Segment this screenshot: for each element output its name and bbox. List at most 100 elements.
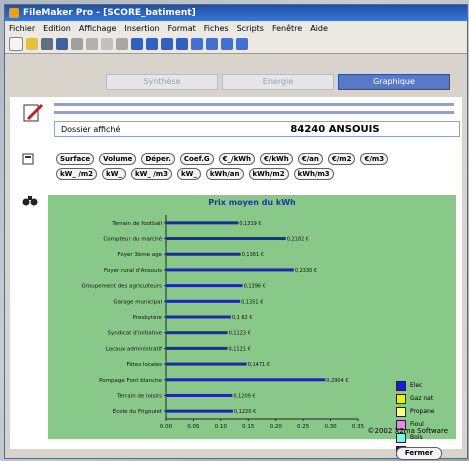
find-mode-icon[interactable] — [146, 38, 158, 50]
preview-mode-icon[interactable] — [176, 38, 188, 50]
bar-chart: Terrain de football 0,1319 € Compteur du m… — [81, 215, 365, 430]
category-label: Compteur du marché — [103, 236, 162, 243]
legend-swatch — [396, 406, 406, 417]
category-label: Terrain de football — [111, 221, 162, 227]
unit-button-kw-m2[interactable]: kW_ /m2 — [56, 168, 98, 180]
unit-button-deper[interactable]: Déper. — [141, 153, 175, 165]
legend-swatch — [396, 393, 406, 404]
header-rule-top — [54, 103, 454, 106]
edit-record-icon[interactable] — [22, 103, 44, 125]
unit-button-kw-a[interactable]: kW_ — [102, 168, 126, 180]
x-tick-label: 0.05 — [187, 424, 200, 430]
bar — [166, 284, 243, 288]
tab-graphique[interactable]: Graphique — [338, 74, 450, 90]
data-label: 0,2904 € — [326, 378, 348, 384]
data-label: 0,1361 € — [242, 252, 264, 258]
open-icon[interactable] — [26, 38, 38, 50]
category-label: Groupement des agriculteurs — [81, 284, 162, 290]
unit-button-kwh-m3[interactable]: kWh/m3 — [293, 168, 334, 180]
unit-button-eur-kwh-1[interactable]: €_/kWh — [218, 153, 255, 165]
category-label: Syndicat d'initiative — [108, 331, 163, 337]
print-icon[interactable] — [41, 38, 53, 50]
bar — [166, 362, 247, 366]
data-label: 0,1 82 € — [232, 315, 253, 321]
category-label: Foyer rural d'Ansouis — [104, 268, 162, 274]
tab-energie[interactable]: Energie — [222, 74, 334, 90]
legend-item: Propane — [396, 405, 435, 418]
category-label: Presbytère — [133, 314, 163, 321]
unit-button-eur-kwh-2[interactable]: €/kWh — [259, 153, 293, 165]
paste-icon[interactable] — [101, 38, 113, 50]
dossier-value[interactable]: 84240 ANSOUIS — [211, 124, 459, 135]
legend-label: Gaz nat — [410, 395, 434, 402]
bar — [166, 378, 326, 382]
binoculars-icon[interactable] — [22, 193, 38, 207]
new-icon[interactable] — [9, 37, 23, 51]
bar — [166, 393, 233, 397]
legend-swatch — [396, 380, 406, 391]
browse-mode-icon[interactable] — [131, 38, 143, 50]
unit-button-kw-m3[interactable]: kW_ /m3 — [130, 168, 172, 180]
header-rule-bottom — [54, 111, 454, 114]
data-label: 0,2182 € — [287, 237, 309, 243]
data-label: 0,1319 € — [239, 221, 261, 227]
bar — [166, 331, 228, 335]
unit-button-eur-an[interactable]: €/an — [297, 153, 323, 165]
unit-button-kwh-an[interactable]: kWh/an — [205, 168, 244, 180]
layout-mode-icon[interactable] — [161, 38, 173, 50]
chart-panel: Prix moyen du kWh Terrain de football 0,1… — [48, 195, 456, 456]
category-label: Terrain de loisirs — [116, 393, 162, 399]
x-tick-label: 0.25 — [297, 424, 310, 430]
record-content: Dossier affiché 84240 ANSOUIS Surface Vo… — [10, 97, 462, 456]
data-label: 0,1209 € — [233, 393, 255, 399]
chart-credit: ©2002 X2ma Software — [367, 427, 448, 435]
spellcheck-icon[interactable] — [56, 38, 68, 50]
menu-scripts[interactable]: Scripts — [237, 24, 264, 33]
menu-fiches[interactable]: Fiches — [204, 24, 229, 33]
menu-edition[interactable]: Edition — [43, 24, 71, 33]
unit-button-coefg[interactable]: Coef.G — [179, 153, 214, 165]
window-title: FileMaker Pro - [SCORE_batiment] — [23, 8, 196, 18]
unit-button-eur-m3[interactable]: €/m3 — [360, 153, 389, 165]
script-icon[interactable] — [221, 38, 233, 50]
menu-fenetre[interactable]: Fenêtre — [272, 24, 302, 33]
menu-fichier[interactable]: Fichier — [9, 24, 35, 33]
menu-insertion[interactable]: Insertion — [124, 24, 159, 33]
menu-aide[interactable]: Aide — [310, 24, 328, 33]
data-label: 0,1220 € — [234, 409, 256, 415]
unit-button-surface[interactable]: Surface — [56, 153, 95, 165]
category-label: Locaux administratif — [106, 346, 163, 352]
bar — [166, 346, 228, 350]
help-icon[interactable] — [236, 38, 248, 50]
records-icon[interactable] — [206, 38, 218, 50]
unit-button-volume[interactable]: Volume — [99, 153, 137, 165]
menu-format[interactable]: Format — [168, 24, 196, 33]
undo-icon[interactable] — [116, 38, 128, 50]
menu-affichage[interactable]: Affichage — [79, 24, 117, 33]
data-label: 0,1396 € — [244, 284, 266, 290]
x-tick-label: 0.00 — [160, 424, 173, 430]
dossier-label: Dossier affiché — [61, 124, 121, 134]
x-tick-label: 0.15 — [242, 424, 255, 430]
data-label: 0,1121 € — [228, 346, 250, 352]
menu-bar: Fichier Edition Affichage Insertion Form… — [5, 21, 467, 35]
chart-legend: ElecGaz natPropaneFioulBoisChaleur — [396, 379, 435, 457]
unit-button-kwh-m2[interactable]: kWh/m2 — [248, 168, 289, 180]
unit-button-eur-m2[interactable]: €/m2 — [327, 153, 356, 165]
calculator-icon — [22, 153, 34, 165]
close-button[interactable]: Fermer — [396, 447, 442, 460]
tab-synthese[interactable]: Synthèse — [106, 74, 218, 90]
sort-icon[interactable] — [191, 38, 203, 50]
title-bar: FileMaker Pro - [SCORE_batiment] — [5, 5, 467, 21]
unit-button-kw-b[interactable]: kW_ — [176, 168, 201, 180]
copy-icon[interactable] — [86, 38, 98, 50]
legend-item: Elec — [396, 379, 435, 392]
cut-icon[interactable] — [71, 38, 83, 50]
unit-buttons-row1: Surface Volume Déper. Coef.G €_/kWh €/kW… — [56, 153, 393, 165]
data-label: 0,1471 € — [248, 362, 270, 368]
x-tick-label: 0.30 — [324, 424, 337, 430]
category-label: Foyer 3ème age — [117, 251, 162, 258]
category-label: Ecole du Frigoulet — [113, 409, 163, 415]
bar — [166, 315, 231, 319]
bar — [166, 268, 294, 272]
